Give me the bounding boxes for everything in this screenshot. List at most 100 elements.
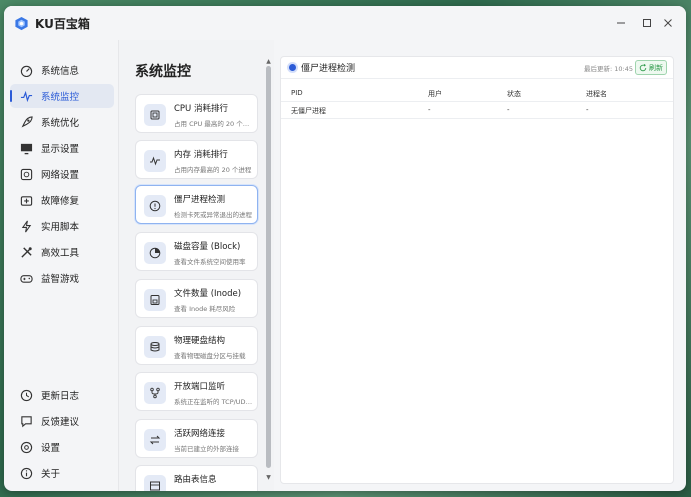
sidebar-item-label: 反馈建议	[41, 417, 80, 428]
lightning-icon	[19, 219, 33, 233]
pie-chart-icon	[144, 242, 166, 264]
card-desc: 系统正在监听的 TCP/UDP 端口	[174, 398, 254, 406]
alert-circle-icon	[144, 195, 166, 217]
maximize-icon	[643, 19, 651, 27]
column-header-state: 状态	[507, 90, 521, 98]
feature-list-scrollbar[interactable]: ▲ ▼	[265, 40, 271, 491]
refresh-button[interactable]: 刷新	[635, 60, 667, 75]
sidebar-item-label: 系统信息	[41, 66, 80, 77]
sidebar-item-label: 设置	[41, 443, 61, 454]
scroll-thumb[interactable]	[266, 66, 271, 468]
title-bar: KU百宝箱	[4, 6, 686, 40]
changelog-icon	[19, 388, 33, 402]
sidebar-item-system-optimize[interactable]: 系统优化	[10, 110, 114, 134]
gamepad-icon	[19, 271, 33, 285]
minimize-icon	[617, 22, 625, 24]
sidebar-item-label: 益智游戏	[41, 274, 80, 285]
app-window: KU百宝箱 系统信息 系统监控 系统优化 显示设置 网络设置 故障修复 实用脚本…	[4, 6, 686, 491]
info-icon	[19, 466, 33, 480]
cell-process-name: -	[586, 106, 589, 114]
card-desc: 检测卡死或异常退出的进程	[174, 211, 252, 219]
exchange-arrows-icon	[144, 429, 166, 451]
ku-logo-icon	[15, 16, 28, 31]
card-desc: 查看 Inode 耗尽风险	[174, 305, 236, 313]
card-desc: 查看文件系统空间使用率	[174, 258, 246, 266]
card-disk-block[interactable]: 磁盘容量 (Block) 查看文件系统空间使用率	[135, 232, 258, 271]
monitor-icon	[19, 141, 33, 155]
sidebar-item-changelog[interactable]: 更新日志	[10, 383, 114, 407]
table-row: 无僵尸进程 - - -	[281, 102, 673, 119]
feedback-icon	[19, 414, 33, 428]
cell-user: -	[428, 106, 431, 114]
card-cpu-ranking[interactable]: CPU 消耗排行 占用 CPU 最高的 20 个进程	[135, 94, 258, 133]
close-button[interactable]	[661, 16, 675, 30]
sidebar-item-label: 关于	[41, 469, 61, 480]
sidebar-item-system-monitor[interactable]: 系统监控	[10, 84, 114, 108]
card-desc: 当前已建立的外部连接	[174, 445, 239, 453]
sidebar-item-tools[interactable]: 高效工具	[10, 240, 114, 264]
sidebar-item-label: 更新日志	[41, 391, 80, 402]
sidebar-item-games[interactable]: 益智游戏	[10, 266, 114, 290]
minimize-button[interactable]	[614, 16, 628, 30]
sidebar-item-network-settings[interactable]: 网络设置	[10, 162, 114, 186]
refresh-label: 刷新	[649, 63, 663, 72]
tools-icon	[19, 245, 33, 259]
first-aid-icon	[19, 193, 33, 207]
pulse-icon	[19, 89, 33, 103]
zombie-process-panel: 僵尸进程检测 最后更新: 10:45 刷新 PID 用户 状态 进程名 无僵尸进…	[280, 56, 674, 484]
card-title: 内存 消耗排行	[174, 150, 228, 160]
settings-gear-icon	[19, 440, 33, 454]
sidebar-item-fault-repair[interactable]: 故障修复	[10, 188, 114, 212]
app-title: KU百宝箱	[35, 17, 90, 31]
close-icon	[664, 19, 672, 27]
refresh-icon	[639, 63, 647, 71]
card-title: 文件数量 (Inode)	[174, 289, 242, 299]
sidebar-item-label: 显示设置	[41, 144, 80, 155]
card-route-table[interactable]: 路由表信息	[135, 465, 258, 491]
card-desc: 查看物理磁盘分区与挂载	[174, 352, 246, 360]
sidebar-item-scripts[interactable]: 实用脚本	[10, 214, 114, 238]
card-desc: 占用内存最高的 20 个进程	[174, 166, 252, 174]
card-physical-disk[interactable]: 物理硬盘结构 查看物理磁盘分区与挂载	[135, 326, 258, 365]
fork-icon	[144, 382, 166, 404]
feature-list-panel: 系统监控 CPU 消耗排行 占用 CPU 最高的 20 个进程 内存 消耗排行 …	[118, 40, 274, 491]
card-title: 磁盘容量 (Block)	[174, 242, 241, 252]
table-header: PID 用户 状态 进程名	[281, 85, 673, 102]
globe-icon	[19, 167, 33, 181]
page-title: 系统监控	[135, 64, 191, 80]
card-open-ports[interactable]: 开放端口监听 系统正在监听的 TCP/UDP 端口	[135, 372, 258, 411]
cell-state: -	[507, 106, 510, 114]
card-zombie-process[interactable]: 僵尸进程检测 检测卡死或异常退出的进程	[135, 185, 258, 224]
card-title: 僵尸进程检测	[174, 195, 226, 205]
card-desc: 占用 CPU 最高的 20 个进程	[174, 120, 254, 128]
card-active-connections[interactable]: 活跃网络连接 当前已建立的外部连接	[135, 419, 258, 458]
scroll-down-icon[interactable]: ▼	[265, 474, 272, 481]
card-memory-ranking[interactable]: 内存 消耗排行 占用内存最高的 20 个进程	[135, 140, 258, 179]
card-title: 活跃网络连接	[174, 429, 226, 439]
column-header-user: 用户	[428, 90, 442, 98]
sidebar-item-feedback[interactable]: 反馈建议	[10, 409, 114, 433]
sidebar-item-display-settings[interactable]: 显示设置	[10, 136, 114, 160]
sidebar-item-label: 实用脚本	[41, 222, 80, 233]
last-update-time: 最后更新: 10:45	[584, 65, 633, 73]
maximize-button[interactable]	[640, 16, 654, 30]
sidebar-item-label: 系统监控	[41, 92, 80, 103]
route-table-icon	[144, 475, 166, 491]
card-title: 开放端口监听	[174, 382, 226, 392]
column-header-pid: PID	[291, 89, 303, 97]
sidebar-item-about[interactable]: 关于	[10, 461, 114, 485]
file-save-icon	[144, 289, 166, 311]
memory-pulse-icon	[144, 150, 166, 172]
sidebar-item-label: 故障修复	[41, 196, 80, 207]
rocket-icon	[19, 115, 33, 129]
dashboard-icon	[19, 63, 33, 77]
sidebar-item-settings[interactable]: 设置	[10, 435, 114, 459]
sidebar-item-label: 网络设置	[41, 170, 80, 181]
scroll-up-icon[interactable]: ▲	[265, 58, 272, 65]
card-title: 物理硬盘结构	[174, 336, 226, 346]
card-inode[interactable]: 文件数量 (Inode) 查看 Inode 耗尽风险	[135, 279, 258, 318]
status-dot-icon	[289, 64, 296, 71]
sidebar-item-system-info[interactable]: 系统信息	[10, 58, 114, 82]
panel-title: 僵尸进程检测	[301, 64, 356, 74]
column-header-process-name: 进程名	[586, 90, 607, 98]
